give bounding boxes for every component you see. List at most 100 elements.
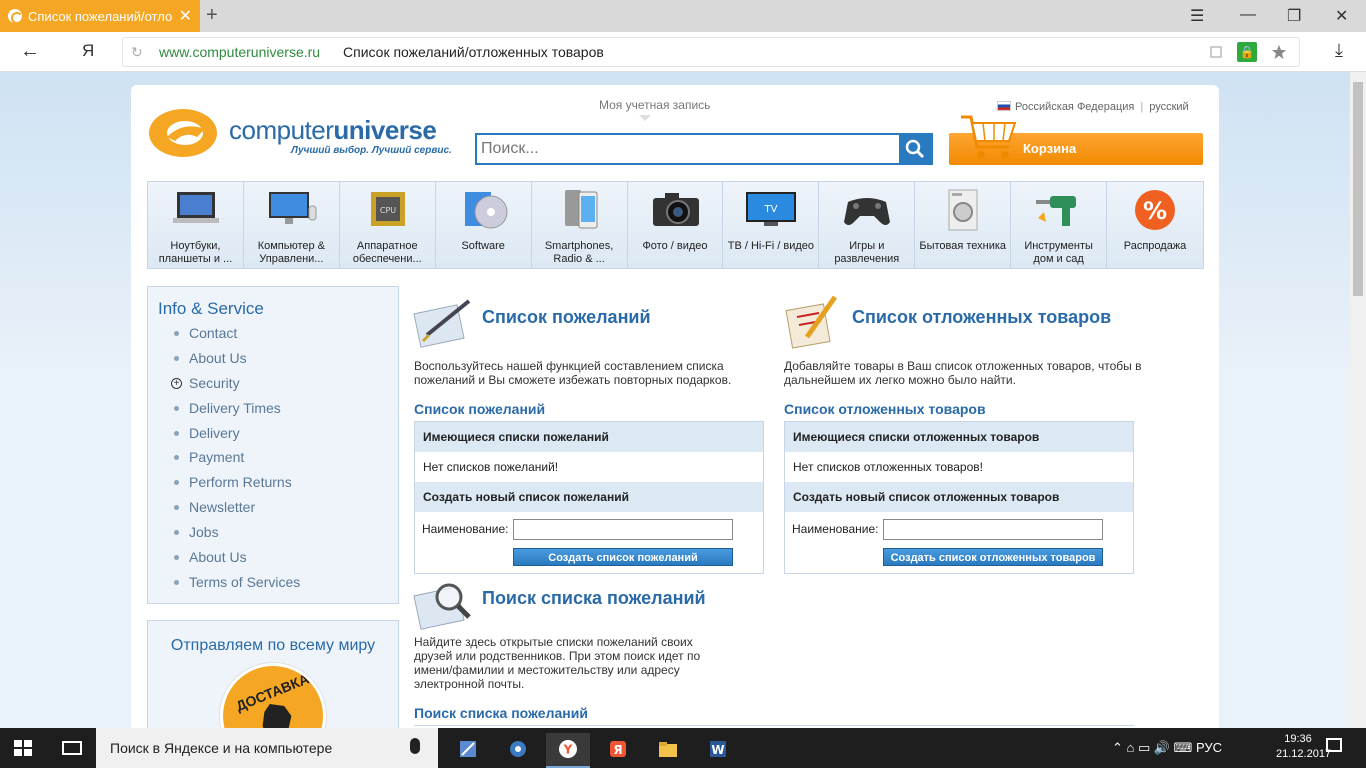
category-games[interactable]: Игры и развлечения (819, 182, 916, 268)
category-sale[interactable]: % Распродажа (1107, 182, 1203, 268)
sidebar-item-about-us-2[interactable]: About Us (172, 549, 300, 574)
download-icon[interactable]: ⤓ (1335, 40, 1343, 61)
cart-label: Корзина (1023, 141, 1077, 156)
saved-list-icon (785, 295, 838, 349)
wishlist-title: Список пожеланий (482, 307, 651, 327)
category-label: Распродажа (1123, 240, 1187, 252)
star-icon[interactable] (1271, 44, 1287, 60)
restore-icon[interactable]: ❐ (1287, 6, 1301, 26)
smartphone-icon (564, 190, 598, 229)
sidebar-item-security[interactable]: + Security (171, 375, 300, 400)
browser-address-bar: ← Я ↻ www.computeruniverse.ru Список пож… (0, 32, 1366, 72)
wishlist-box: Имеющиеся списки пожеланий Нет списков п… (414, 421, 764, 574)
taskbar-word[interactable]: W (696, 733, 740, 768)
sidebar-item-delivery-times[interactable]: Delivery Times (172, 400, 300, 425)
account-arrow-icon (639, 115, 651, 121)
saved-list-subtitle: Список отложенных товаров (784, 401, 986, 417)
taskbar-app-1[interactable] (446, 733, 490, 768)
tab-close-icon[interactable]: ✕ (179, 6, 192, 26)
yandex-button[interactable]: Я (82, 41, 94, 61)
germany-map-icon (262, 704, 292, 728)
category-computers[interactable]: Компьютер & Управлени... (244, 182, 340, 268)
region-selector[interactable]: Российская Федерация | русский (997, 101, 1189, 113)
sidebar-item-about-us[interactable]: About Us (172, 350, 300, 375)
back-icon[interactable]: ← (20, 40, 40, 63)
tool-app-icon (510, 741, 526, 757)
cpu-icon: CPU (370, 192, 405, 226)
browser-tab-active[interactable]: Список пожеланий/отло ✕ (0, 0, 200, 32)
bullet-icon (174, 579, 179, 585)
sidebar-item-payment[interactable]: Payment (172, 449, 300, 474)
category-smartphones[interactable]: Smartphones, Radio & ... (532, 182, 628, 268)
close-window-icon[interactable]: ✕ (1335, 6, 1348, 26)
region-label[interactable]: Российская Федерация (1015, 101, 1134, 113)
create-saved-list-button[interactable]: Создать список отложенных товаров (883, 548, 1103, 566)
category-hardware[interactable]: CPU Аппаратное обеспечени... (340, 182, 436, 268)
sidebar-item-returns[interactable]: Perform Returns (172, 474, 300, 499)
category-appliances[interactable]: Бытовая техника (915, 182, 1012, 268)
document-app-icon (460, 741, 476, 757)
site-logo[interactable]: computeruniverse Лучший выбор. Лучший се… (147, 107, 452, 159)
category-laptops[interactable]: Ноутбуки, планшеты и ... (148, 182, 244, 268)
word-icon: W (710, 741, 726, 757)
taskbar-app-2[interactable] (496, 733, 540, 768)
lock-icon[interactable]: 🔒 (1237, 42, 1257, 62)
windows-start-icon[interactable] (14, 740, 32, 756)
bullet-icon (174, 455, 179, 461)
microphone-icon[interactable] (410, 738, 420, 754)
laptop-icon (173, 192, 219, 223)
system-tray[interactable]: ⌃ ⌂ ▭ 🔊 ⌨ РУС (1112, 740, 1222, 756)
wishlist-icon (413, 299, 471, 348)
sidebar-item-newsletter[interactable]: Newsletter (172, 499, 300, 524)
taskbar-clock[interactable]: 19:36 21.12.2017 (1276, 732, 1331, 762)
taskbar-search-box[interactable]: Поиск в Яндексе и на компьютере (96, 728, 438, 768)
protect-icon[interactable] (1209, 45, 1223, 59)
saved-list-description: Добавляйте товары в Ваш список отложенны… (784, 359, 1142, 387)
notifications-icon[interactable] (1326, 738, 1342, 752)
category-label: ТВ / Hi-Fi / видео (727, 240, 815, 252)
url-field[interactable]: ↻ www.computeruniverse.ru Список пожелан… (122, 37, 1300, 67)
reload-icon[interactable]: ↻ (131, 44, 143, 61)
task-view-icon[interactable] (62, 741, 82, 755)
bullet-icon (174, 530, 179, 536)
expand-icon[interactable]: + (171, 377, 182, 389)
category-label: Smartphones, Radio & ... (544, 240, 614, 265)
create-wishlist-button[interactable]: Создать список пожеланий (513, 548, 733, 566)
minimize-icon[interactable]: — (1240, 6, 1256, 24)
browser-menu-icon[interactable]: ☰ (1190, 6, 1204, 26)
sidebar-item-label: Newsletter (189, 499, 256, 516)
sidebar-item-label: Jobs (189, 524, 219, 541)
saved-name-input[interactable] (883, 519, 1103, 540)
language-label[interactable]: русский (1149, 101, 1188, 113)
windows-taskbar: Поиск в Яндексе и на компьютере Y Я W ⌃ … (0, 728, 1366, 768)
cart-icon[interactable] (959, 113, 1019, 165)
category-tv[interactable]: TV ТВ / Hi-Fi / видео (723, 182, 820, 268)
svg-text:TV: TV (764, 204, 778, 215)
account-link[interactable]: Моя учетная запись (599, 98, 710, 112)
info-service-list: Contact About Us + Security Delivery Time… (171, 325, 300, 599)
sidebar-item-terms[interactable]: Terms of Services (172, 574, 300, 599)
sidebar-item-jobs[interactable]: Jobs (172, 524, 300, 549)
svg-text:CPU: CPU (380, 206, 396, 215)
category-software[interactable]: Software (436, 182, 532, 268)
taskbar-yandex[interactable]: Я (596, 733, 640, 768)
sidebar-item-contact[interactable]: Contact (172, 325, 300, 350)
taskbar-yandex-browser[interactable]: Y (546, 733, 590, 768)
new-tab-icon[interactable]: + (206, 4, 218, 27)
washer-icon (948, 189, 978, 231)
taskbar-explorer[interactable] (646, 733, 690, 768)
category-tools[interactable]: Инструменты дом и сад (1011, 182, 1108, 268)
sidebar-item-label: Delivery Times (189, 399, 281, 416)
bullet-icon (174, 355, 179, 361)
search-button[interactable] (899, 135, 931, 163)
page-scrollbar[interactable] (1350, 72, 1366, 728)
scrollbar-thumb[interactable] (1353, 82, 1363, 296)
wishlist-name-input[interactable] (513, 519, 733, 540)
camera-icon (652, 193, 699, 226)
sidebar-item-delivery[interactable]: Delivery (172, 425, 300, 450)
category-label: Software (461, 240, 505, 252)
saved-empty-text: Нет списков отложенных товаров! (793, 460, 983, 474)
search-input[interactable] (481, 138, 891, 160)
category-photo[interactable]: Фото / видео (628, 182, 724, 268)
delivery-badge[interactable]: ДОСТАВКА ИЗ (220, 663, 326, 728)
